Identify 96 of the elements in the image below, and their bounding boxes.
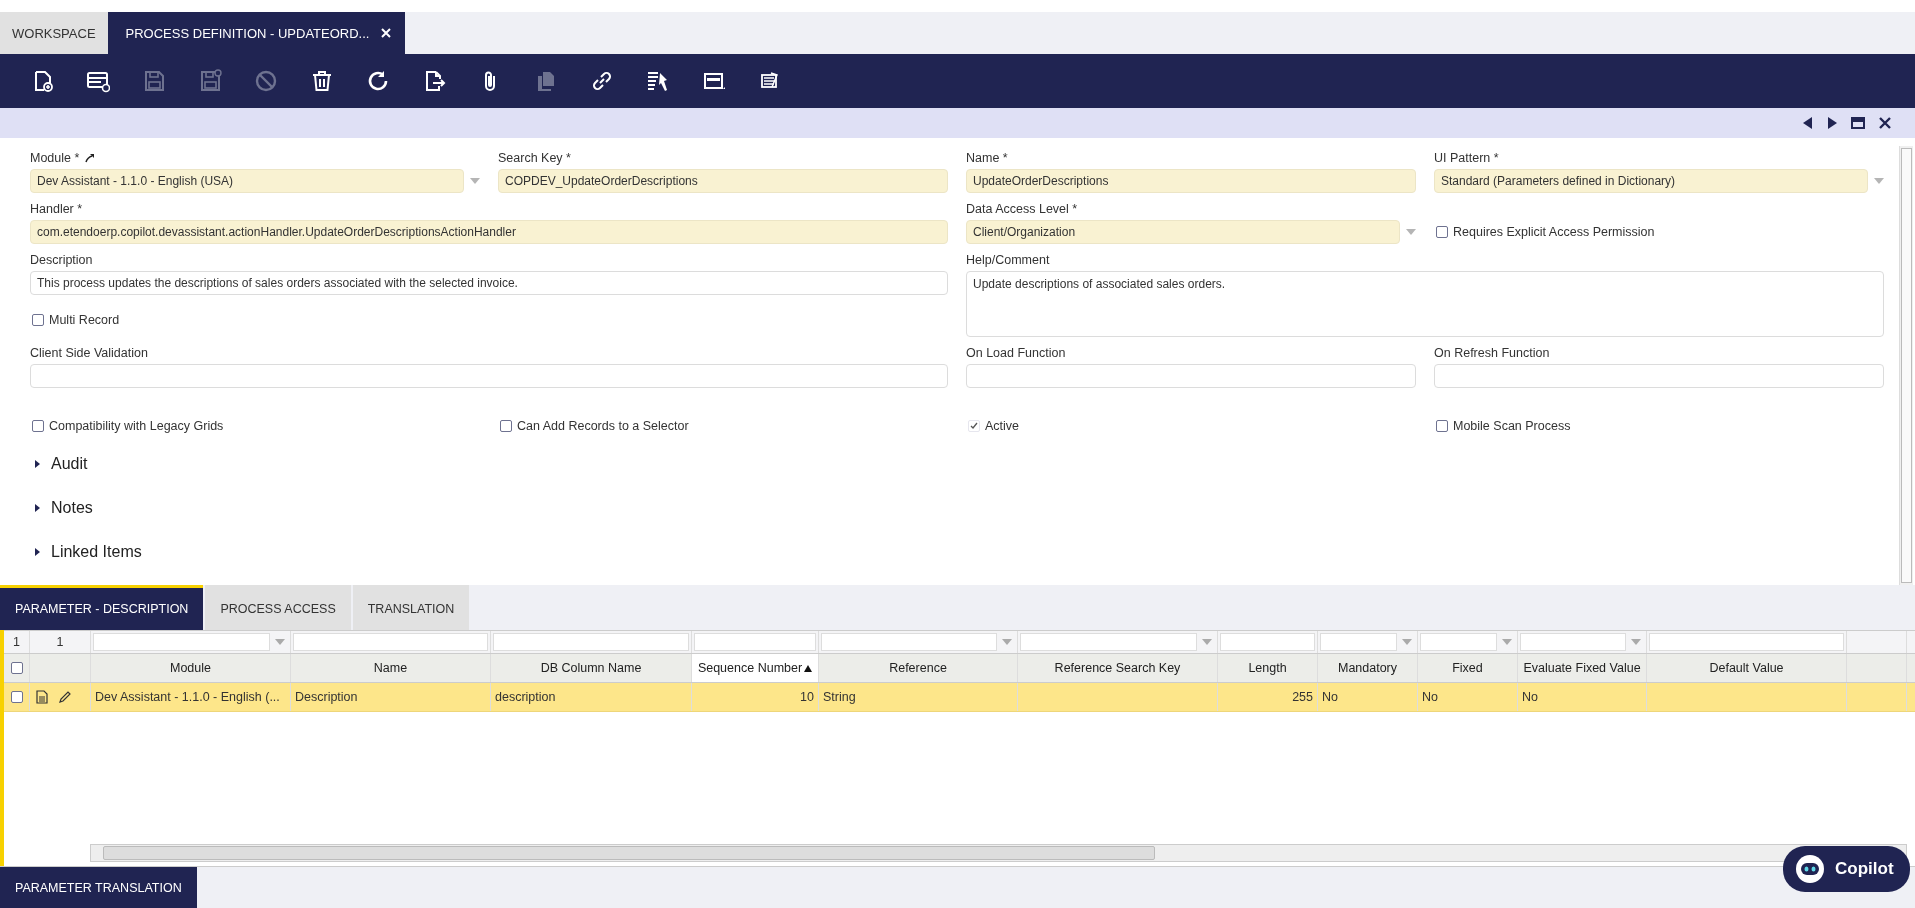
filter-field[interactable] xyxy=(293,633,488,651)
table-cell: Dev Assistant - 1.1.0 - English (... xyxy=(95,690,280,704)
filter-field[interactable] xyxy=(93,633,270,651)
text-area[interactable]: Update descriptions of associated sales orders. xyxy=(966,271,1884,337)
horizontal-scrollbar[interactable] xyxy=(90,844,1907,862)
subtab[interactable]: TRANSLATION xyxy=(352,585,470,630)
subtab[interactable]: PARAMETER - DESCRIPTION xyxy=(0,585,204,630)
filter-field[interactable] xyxy=(1020,633,1197,651)
trash-icon[interactable] xyxy=(310,69,334,93)
checkbox[interactable] xyxy=(32,420,44,432)
column-header[interactable]: Length xyxy=(1218,654,1318,682)
filter-field[interactable] xyxy=(1320,633,1397,651)
robot-icon xyxy=(1795,854,1825,884)
table-cell: No xyxy=(1522,690,1538,704)
section-title[interactable]: Audit xyxy=(51,455,88,473)
checkbox-label: Multi Record xyxy=(49,313,120,327)
select-all-checkbox[interactable] xyxy=(10,662,23,674)
field-label: Handler * xyxy=(30,202,83,216)
field-label: Module * xyxy=(30,151,80,165)
filter-field[interactable] xyxy=(1520,633,1626,651)
table-cell: String xyxy=(823,690,856,704)
filter-field[interactable] xyxy=(694,633,816,651)
arrow-icon[interactable] xyxy=(85,153,95,163)
pencil-icon[interactable] xyxy=(58,690,72,704)
section-title[interactable]: Linked Items xyxy=(51,543,142,561)
refresh-icon[interactable] xyxy=(366,69,390,93)
close-icon[interactable] xyxy=(1879,117,1891,129)
column-header[interactable]: Fixed xyxy=(1418,654,1518,682)
column-header[interactable]: Default Value xyxy=(1647,654,1847,682)
column-header[interactable]: Reference xyxy=(819,654,1018,682)
caret-icon[interactable] xyxy=(34,460,42,468)
field-label: Client Side Validation xyxy=(30,346,148,360)
input-field[interactable]: This process updates the descriptions of sales orders associated with the selected invoice. xyxy=(30,271,948,295)
filter-field[interactable] xyxy=(1220,633,1315,651)
dropdown-field[interactable]: Client/Organization xyxy=(966,220,1400,244)
next-icon[interactable] xyxy=(1827,117,1837,129)
field-label: Help/Comment xyxy=(966,253,1050,267)
column-header[interactable]: Reference Search Key xyxy=(1018,654,1218,682)
input-field[interactable] xyxy=(966,364,1416,388)
checkbox[interactable] xyxy=(1436,226,1448,238)
scrollbar[interactable] xyxy=(1899,146,1913,585)
column-header[interactable]: Sequence Number xyxy=(692,654,819,682)
checkbox-label: Compatibility with Legacy Grids xyxy=(49,419,224,433)
check-icon xyxy=(970,422,978,430)
section-title[interactable]: Notes xyxy=(51,499,93,517)
filter-field[interactable] xyxy=(493,633,689,651)
caret-icon[interactable] xyxy=(34,548,42,556)
subtab[interactable]: PARAMETER TRANSLATION xyxy=(0,867,197,908)
row-checkbox[interactable] xyxy=(10,691,23,703)
link-icon[interactable] xyxy=(590,69,614,93)
table-cell: Description xyxy=(295,690,358,704)
field-label: Search Key * xyxy=(498,151,571,165)
checkbox[interactable] xyxy=(1436,420,1448,432)
checkbox-label: Can Add Records to a Selector xyxy=(517,419,689,433)
input-field[interactable]: COPDEV_UpdateOrderDescriptions xyxy=(498,169,948,193)
caret-icon[interactable] xyxy=(34,504,42,512)
filter-field[interactable] xyxy=(821,633,997,651)
field-label: On Refresh Function xyxy=(1434,346,1550,360)
subtab[interactable]: PROCESS ACCESS xyxy=(205,585,351,630)
input-field[interactable] xyxy=(1434,364,1884,388)
filter-field[interactable] xyxy=(1649,633,1844,651)
table-cell: No xyxy=(1422,690,1438,704)
checkbox[interactable] xyxy=(500,420,512,432)
field-label: On Load Function xyxy=(966,346,1066,360)
checkbox-label: Requires Explicit Access Permission xyxy=(1453,225,1655,239)
column-header[interactable]: Mandatory xyxy=(1318,654,1418,682)
table-row[interactable]: Dev Assistant - 1.1.0 - English (... Description description 10 String 255 No No No xyxy=(4,683,1915,712)
previous-icon[interactable] xyxy=(1803,117,1813,129)
field-label: Data Access Level * xyxy=(966,202,1078,216)
input-field[interactable] xyxy=(30,364,948,388)
copilot-button[interactable]: Copilot xyxy=(1783,846,1910,892)
table-cell: No xyxy=(1322,690,1338,704)
sort-ascending-icon[interactable] xyxy=(804,664,813,672)
list-tools-icon[interactable] xyxy=(646,69,670,93)
field-label: UI Pattern * xyxy=(1434,151,1499,165)
dropdown-field[interactable]: Standard (Parameters defined in Dictionary) xyxy=(1434,169,1868,193)
input-field[interactable]: com.etendoerp.copilot.devassistant.actionHandler.UpdateOrderDescriptionsActionHandler xyxy=(30,220,948,244)
new-row-icon[interactable] xyxy=(86,69,110,93)
table-cell: 255 xyxy=(1292,690,1313,704)
column-header[interactable]: Name xyxy=(291,654,491,682)
dropdown-field[interactable]: Dev Assistant - 1.1.0 - English (USA) xyxy=(30,169,464,193)
window-tab[interactable]: WORKSPACE xyxy=(0,12,108,54)
checkbox-label: Mobile Scan Process xyxy=(1453,419,1571,433)
column-header[interactable]: Module xyxy=(91,654,291,682)
checkbox[interactable] xyxy=(32,314,44,326)
field-label: Description xyxy=(30,253,93,267)
document-icon[interactable] xyxy=(36,690,48,704)
window-tab[interactable]: PROCESS DEFINITION - UPDATEORD... xyxy=(107,12,406,54)
table-cell: description xyxy=(495,690,556,704)
field-label: Name * xyxy=(966,151,1008,165)
column-header[interactable]: Evaluate Fixed Value xyxy=(1518,654,1647,682)
input-field[interactable]: UpdateOrderDescriptions xyxy=(966,169,1416,193)
filter-field[interactable] xyxy=(1420,633,1497,651)
table-cell: 10 xyxy=(800,690,814,704)
checkbox-label: Active xyxy=(985,419,1020,433)
maximize-icon[interactable] xyxy=(1851,117,1865,129)
